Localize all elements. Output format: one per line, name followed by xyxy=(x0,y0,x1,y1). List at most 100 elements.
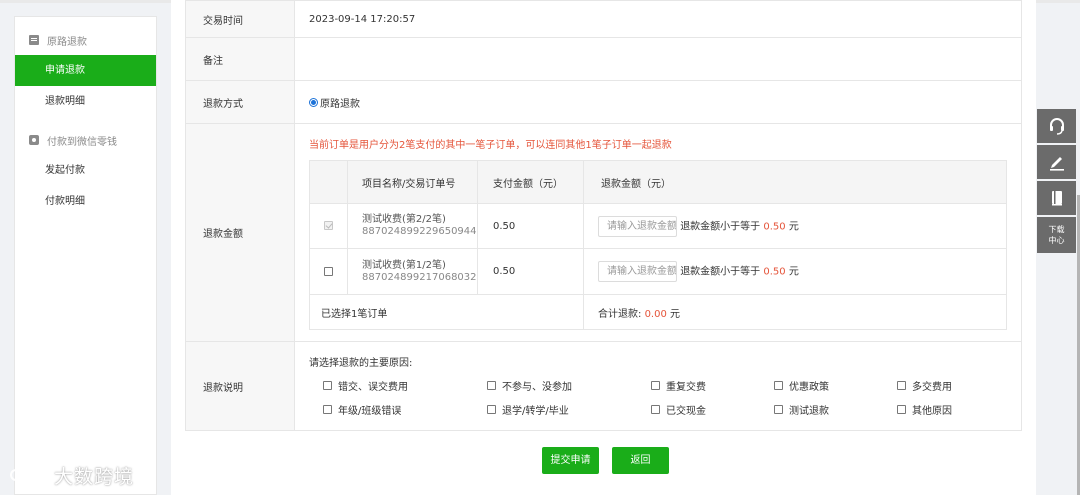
order-number: 887024899229650944 xyxy=(362,226,477,237)
sub-order-table: 项目名称/交易订单号 支付金额（元） 退款金额（元） 测试收费(第2/2笔) 8… xyxy=(309,160,1007,330)
download-center-button[interactable]: 下载 中心 xyxy=(1037,217,1076,253)
radio-selected-icon xyxy=(309,97,318,107)
reason-label: 多交费用 xyxy=(912,382,952,393)
customer-service-button[interactable] xyxy=(1037,109,1076,143)
reason-label: 已交现金 xyxy=(666,406,706,417)
selected-count: 已选择1笔订单 xyxy=(309,294,584,330)
reason-option[interactable]: 多交费用 xyxy=(897,378,1020,393)
feedback-button[interactable] xyxy=(1037,145,1076,179)
refund-method-radio[interactable]: 原路退款 xyxy=(309,95,360,110)
refund-form: 交易时间 2023-09-14 17:20:57 备注 退款方式 原路退款 退款… xyxy=(185,0,1022,431)
form-row-trade-time: 交易时间 2023-09-14 17:20:57 xyxy=(185,0,1022,38)
sidebar-item-initiate-payment[interactable]: 发起付款 xyxy=(15,155,156,186)
floating-toolbar: 下载 中心 xyxy=(1037,109,1076,255)
download-center-label-line2: 中心 xyxy=(1048,236,1065,245)
checkbox[interactable] xyxy=(651,381,660,390)
header-refund: 退款金额（元） xyxy=(583,160,1007,204)
trade-time-value: 2023-09-14 17:20:57 xyxy=(294,0,1022,38)
sidebar-item-refund-details[interactable]: 退款明细 xyxy=(15,86,156,117)
refund-limit-hint: 退款金额小于等于 xyxy=(680,221,761,232)
checkbox[interactable] xyxy=(487,405,496,414)
checkbox[interactable] xyxy=(774,405,783,414)
refund-method-label: 退款方式 xyxy=(185,80,295,124)
refund-limit-hint: 退款金额小于等于 xyxy=(680,266,761,278)
refund-reason-label: 退款说明 xyxy=(185,341,295,431)
sidebar-item-payment-details[interactable]: 付款明细 xyxy=(15,186,156,217)
reason-label: 不参与、没参加 xyxy=(502,382,572,393)
main-panel: 交易时间 2023-09-14 17:20:57 备注 退款方式 原路退款 退款… xyxy=(171,0,1036,495)
sidebar-group-original-refund: 原路退款 xyxy=(15,25,156,55)
submit-button[interactable]: 提交申请 xyxy=(542,447,599,474)
watermark-text: 大数跨境 xyxy=(54,466,135,488)
total-refund-value: 0.00 xyxy=(644,308,667,320)
header-paid: 支付金额（元） xyxy=(477,160,584,204)
paid-amount: 0.50 xyxy=(477,248,584,295)
sub-order-footer: 已选择1笔订单 合计退款: 0.00 元 xyxy=(309,294,1007,330)
form-row-refund-amount: 退款金额 当前订单是用户分为2笔支付的其中一笔子订单，可以连同其他1笔子订单一起… xyxy=(185,123,1022,342)
form-row-refund-method: 退款方式 原路退款 xyxy=(185,80,1022,124)
reason-option[interactable]: 已交现金 xyxy=(651,402,774,417)
reason-options: 错交、误交费用 不参与、没参加 重复交费 优惠政策 多交费用 年级/班级错误 退… xyxy=(309,378,1021,417)
refund-amount-input[interactable]: 请输入退款金额 xyxy=(598,261,677,282)
refund-limit-value: 0.50 xyxy=(763,266,786,278)
reason-label: 退学/转学/毕业 xyxy=(502,406,569,417)
checkbox[interactable] xyxy=(774,381,783,390)
reason-option[interactable]: 重复交费 xyxy=(651,378,774,393)
row-checkbox[interactable] xyxy=(324,266,333,276)
reason-label: 重复交费 xyxy=(666,382,706,393)
checkbox[interactable] xyxy=(897,405,906,414)
reason-label: 其他原因 xyxy=(912,406,952,417)
paid-amount: 0.50 xyxy=(477,203,584,249)
split-order-notice: 当前订单是用户分为2笔支付的其中一笔子订单，可以连同其他1笔子订单一起退款 xyxy=(309,140,672,151)
reason-label: 年级/班级错误 xyxy=(338,406,402,417)
checkbox[interactable] xyxy=(897,381,906,390)
unit: 元 xyxy=(670,308,681,320)
reason-option[interactable]: 退学/转学/毕业 xyxy=(487,402,651,417)
table-row: 测试收费(第2/2笔) 887024899229650944 0.50 请输入退… xyxy=(309,203,1007,249)
remark-label: 备注 xyxy=(185,37,295,81)
reason-label: 测试退款 xyxy=(789,406,829,417)
checkbox[interactable] xyxy=(651,405,660,414)
headset-icon xyxy=(1049,118,1064,135)
checkbox[interactable] xyxy=(323,381,332,390)
wallet-icon xyxy=(29,135,39,145)
header-checkbox-cell xyxy=(309,160,348,204)
book-icon xyxy=(1051,191,1062,206)
remark-value xyxy=(294,37,1022,81)
document-icon xyxy=(29,35,39,45)
refund-method-option: 原路退款 xyxy=(320,98,360,110)
reason-prompt: 请选择退款的主要原因: xyxy=(309,358,413,369)
table-row: 测试收费(第1/2笔) 887024899217068032 0.50 请输入退… xyxy=(309,248,1007,295)
sidebar-group-label: 原路退款 xyxy=(47,36,87,48)
download-center-label-line1: 下载 xyxy=(1048,225,1065,234)
watermark: 大数跨境 xyxy=(8,462,134,489)
item-name: 测试收费(第2/2笔) xyxy=(362,214,446,225)
reason-label: 优惠政策 xyxy=(789,382,829,393)
back-button[interactable]: 返回 xyxy=(612,447,669,474)
checkbox[interactable] xyxy=(323,405,332,414)
trade-time-label: 交易时间 xyxy=(185,0,295,38)
form-row-remark: 备注 xyxy=(185,37,1022,81)
reason-option[interactable]: 不参与、没参加 xyxy=(487,378,651,393)
reason-label: 错交、误交费用 xyxy=(338,382,408,393)
sub-order-header: 项目名称/交易订单号 支付金额（元） 退款金额（元） xyxy=(309,160,1007,204)
checkbox[interactable] xyxy=(487,381,496,390)
reason-option[interactable]: 年级/班级错误 xyxy=(323,402,487,417)
unit: 元 xyxy=(788,221,799,232)
order-number: 887024899217068032 xyxy=(362,271,477,283)
total-refund-label: 合计退款: xyxy=(598,308,642,320)
reason-option[interactable]: 其他原因 xyxy=(897,402,1020,417)
form-row-refund-reason: 退款说明 请选择退款的主要原因: 错交、误交费用 不参与、没参加 重复交费 优惠… xyxy=(185,341,1022,431)
row-checkbox-disabled xyxy=(324,221,333,230)
refund-amount-input[interactable]: 请输入退款金额 xyxy=(598,215,677,237)
refund-limit-value: 0.50 xyxy=(763,221,786,232)
sidebar-item-apply-refund[interactable]: 申请退款 xyxy=(15,55,156,86)
reason-option[interactable]: 测试退款 xyxy=(774,402,897,417)
manual-button[interactable] xyxy=(1037,181,1076,215)
refund-amount-label: 退款金额 xyxy=(185,123,295,342)
unit: 元 xyxy=(788,266,799,278)
reason-option[interactable]: 错交、误交费用 xyxy=(323,378,487,393)
edit-pen-icon xyxy=(1049,157,1064,171)
reason-option[interactable]: 优惠政策 xyxy=(774,378,897,393)
sidebar-group-wechat-payout: 付款到微信零钱 xyxy=(15,125,156,155)
